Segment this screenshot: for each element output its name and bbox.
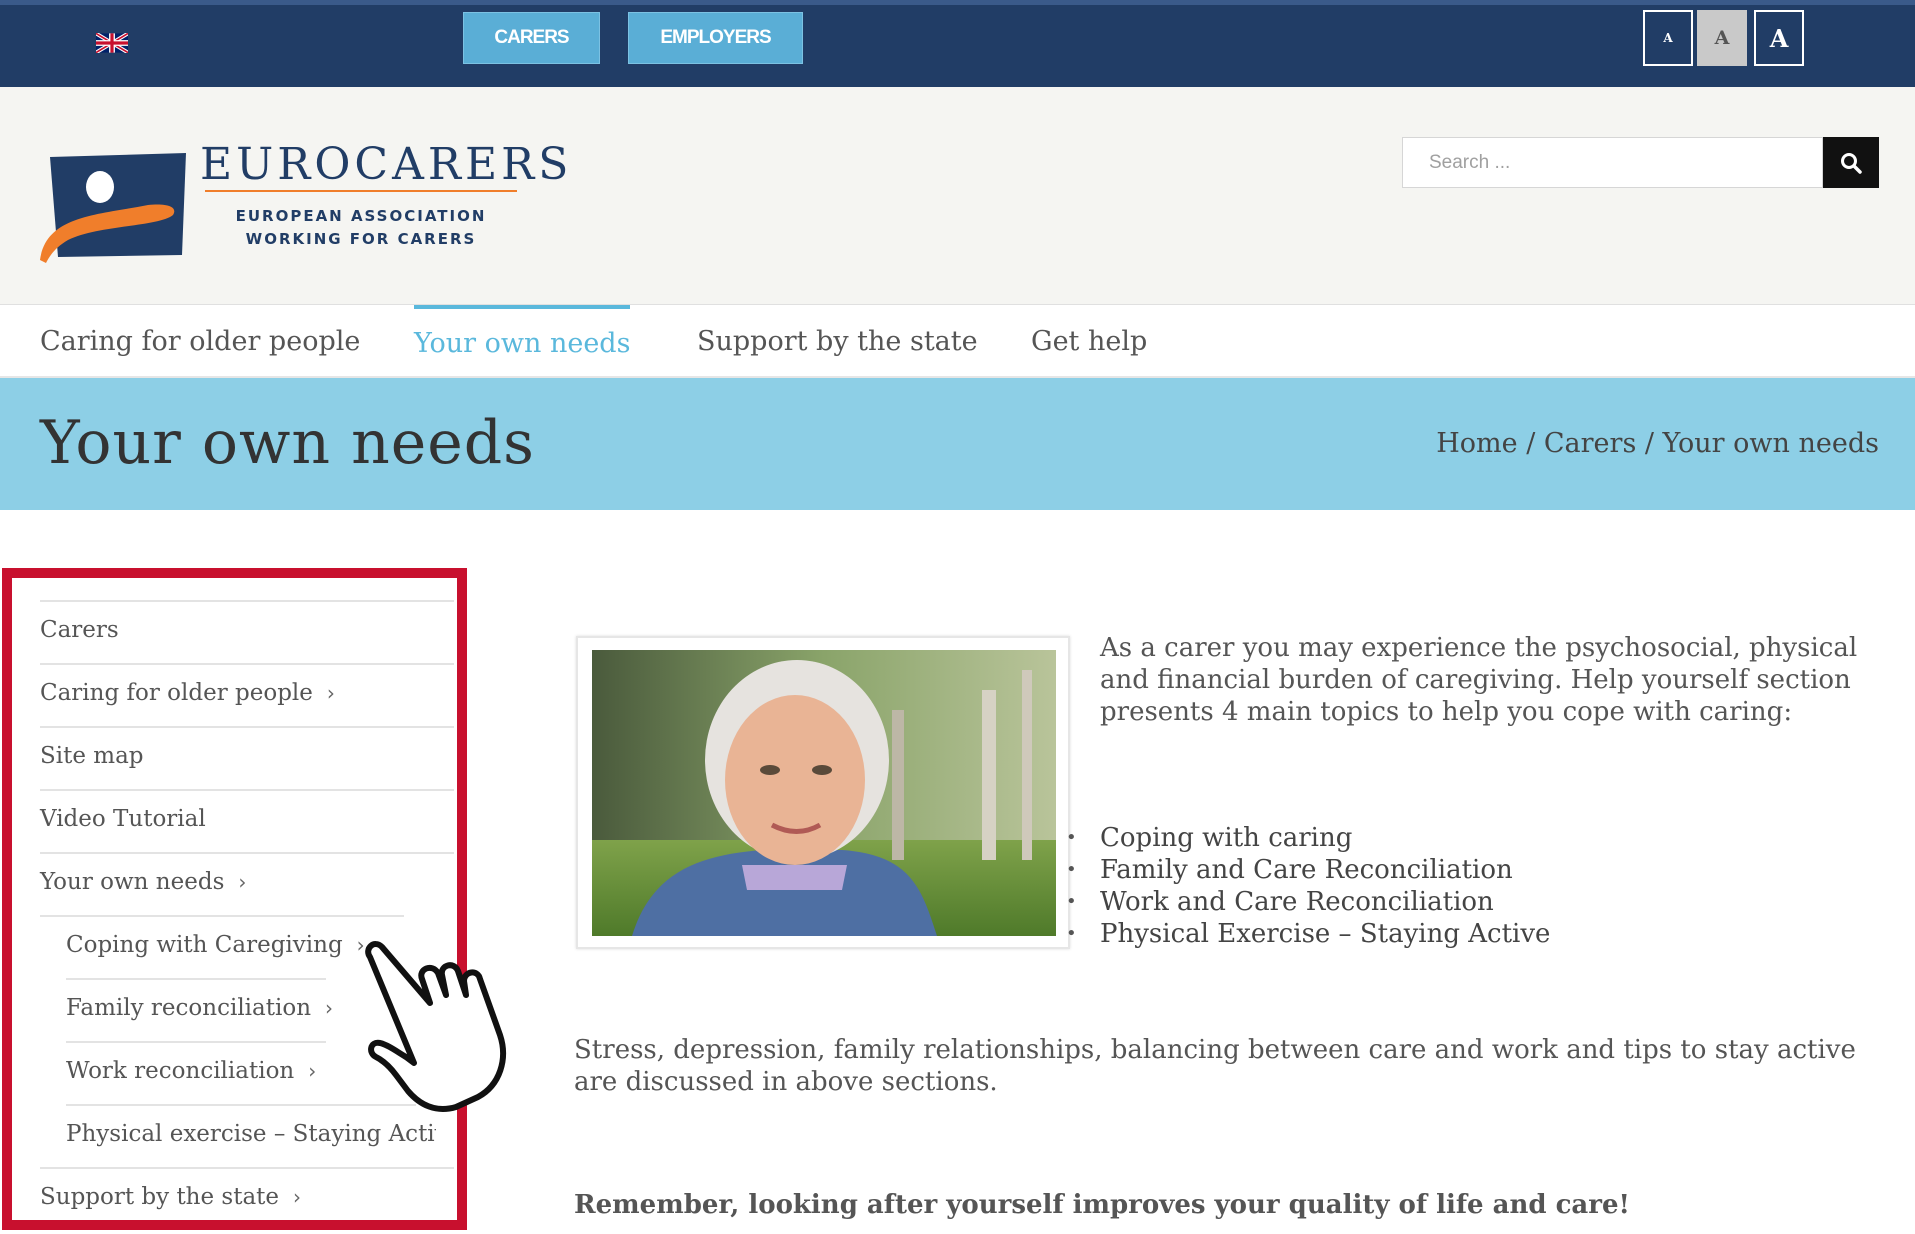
sidebar-item-label: Carers <box>40 617 119 643</box>
main-nav: Caring for older people Your own needs S… <box>0 305 1915 378</box>
sidebar-item-family-reconciliation[interactable]: Family reconciliation › <box>66 995 333 1021</box>
list-item: Physical Exercise – Staying Active <box>1066 918 1550 950</box>
sidebar-divider <box>66 1041 326 1043</box>
sidebar-item-label: Your own needs <box>40 869 225 895</box>
sidebar-item-label: Physical exercise – Staying Active <box>66 1121 436 1147</box>
eurocarers-logo-icon[interactable] <box>38 145 188 265</box>
font-size-large-button[interactable]: A <box>1754 10 1804 66</box>
sidebar-item-caring-for-older-people[interactable]: Caring for older people › <box>40 680 335 706</box>
elderly-woman-photo <box>592 650 1056 936</box>
intro-text: As a carer you may experience the psycho… <box>1100 633 1858 727</box>
font-size-medium-button[interactable]: A <box>1697 10 1747 66</box>
chevron-right-icon: › <box>326 681 335 705</box>
sidebar-divider <box>40 600 454 602</box>
sidebar-divider <box>40 663 454 665</box>
feature-image-frame <box>576 636 1070 949</box>
chevron-right-icon: › <box>238 870 247 894</box>
sidebar-item-label: Video Tutorial <box>40 806 206 832</box>
search-icon <box>1841 152 1862 174</box>
sidebar-item-physical-exercise[interactable]: Physical exercise – Staying Active <box>66 1121 436 1147</box>
employers-button[interactable]: EMPLOYERS <box>628 12 803 64</box>
search-button[interactable] <box>1823 137 1879 188</box>
sidebar-item-work-reconciliation[interactable]: Work reconciliation › <box>66 1058 316 1084</box>
font-size-small-button[interactable]: A <box>1643 10 1693 66</box>
topics-list: Coping with caring Family and Care Recon… <box>1066 822 1550 950</box>
carers-button[interactable]: CARERS <box>463 12 600 64</box>
list-item: Work and Care Reconciliation <box>1066 886 1550 918</box>
top-bar: CARERS EMPLOYERS A A A <box>0 0 1915 87</box>
chevron-right-icon: › <box>325 996 334 1020</box>
sidebar-item-coping-with-caregiving[interactable]: Coping with Caregiving › <box>66 932 365 958</box>
sidebar-divider <box>40 789 454 791</box>
sidebar-divider <box>66 978 326 980</box>
nav-item-support-by-the-state[interactable]: Support by the state <box>697 305 978 378</box>
page-title: Your own needs <box>40 408 535 478</box>
sidebar-divider <box>40 1167 454 1169</box>
chevron-right-icon: › <box>308 1059 317 1083</box>
sidebar-item-label: Work reconciliation <box>66 1058 295 1084</box>
nav-item-your-own-needs[interactable]: Your own needs <box>414 305 631 378</box>
sidebar-divider <box>40 915 404 917</box>
search-input[interactable] <box>1402 137 1823 188</box>
page-title-bar: Your own needs Home / Carers / Your own … <box>0 378 1915 510</box>
nav-item-get-help[interactable]: Get help <box>1031 305 1147 378</box>
sidebar-divider <box>40 726 454 728</box>
list-item: Coping with caring <box>1066 822 1550 854</box>
description-text: Stress, depression, family relationships… <box>574 1035 1856 1097</box>
sidebar-item-label: Family reconciliation <box>66 995 312 1021</box>
chevron-right-icon: › <box>293 1185 302 1209</box>
hand-pointer-icon <box>365 941 506 1112</box>
nav-item-caring-for-older-people[interactable]: Caring for older people <box>40 305 360 378</box>
sidebar-item-label: Coping with Caregiving <box>66 932 343 958</box>
logo-subtitle-line1: EUROPEAN ASSOCIATION <box>235 207 487 225</box>
logo-divider <box>205 190 517 192</box>
logo-subtitle: EUROPEAN ASSOCIATION WORKING FOR CARERS <box>205 205 517 251</box>
uk-flag-icon[interactable] <box>96 33 128 53</box>
sidebar-item-support-by-the-state[interactable]: Support by the state › <box>40 1184 301 1210</box>
breadcrumb[interactable]: Home / Carers / Your own needs <box>1436 428 1879 459</box>
logo-title: EUROCARERS <box>200 139 573 190</box>
list-item: Family and Care Reconciliation <box>1066 854 1550 886</box>
site-header: EUROCARERS EUROPEAN ASSOCIATION WORKING … <box>0 87 1915 305</box>
sidebar-item-label: Site map <box>40 743 144 769</box>
sidebar-divider <box>40 852 454 854</box>
sidebar-item-label: Caring for older people <box>40 680 313 706</box>
sidebar-item-carers[interactable]: Carers <box>40 617 119 643</box>
sidebar-item-site-map[interactable]: Site map <box>40 743 144 769</box>
closing-text: Remember, looking after yourself improve… <box>574 1190 1630 1220</box>
sidebar-item-label: Support by the state <box>40 1184 280 1210</box>
logo-subtitle-line2: WORKING FOR CARERS <box>245 230 477 248</box>
sidebar-item-your-own-needs[interactable]: Your own needs › <box>40 869 246 895</box>
sidebar-item-video-tutorial[interactable]: Video Tutorial <box>40 806 206 832</box>
